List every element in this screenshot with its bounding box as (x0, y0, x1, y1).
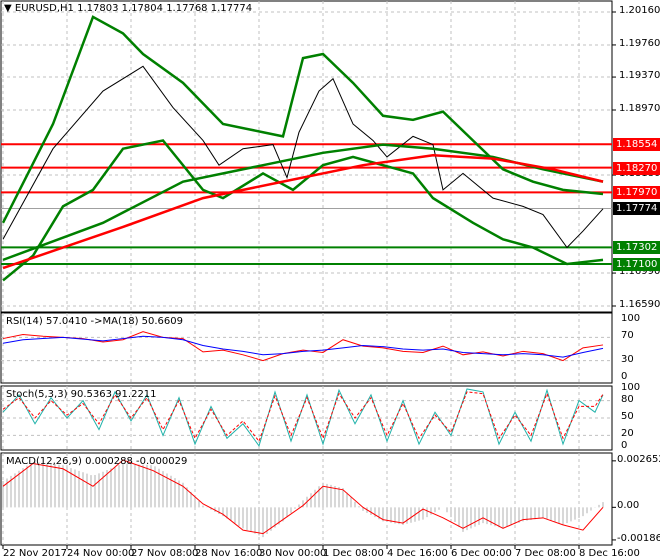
level-tag: 1.17100 (613, 258, 660, 271)
time-label: 30 Nov 00:00 (259, 548, 327, 559)
stoch-tick-label: 20 (621, 428, 634, 440)
macd-label: MACD(12,26,9) 0.000288 -0.000029 (6, 456, 188, 467)
time-label: 27 Nov 08:00 (131, 548, 199, 559)
macd-tick-label: 0.002652 (617, 453, 660, 465)
price-tick-label: 1.19760 (619, 37, 660, 49)
ohlc-low: 1.17768 (166, 3, 208, 14)
rsi-line (2, 331, 604, 362)
price-tick-label: 1.20160 (619, 5, 660, 16)
price-tick-label: 1.18970 (619, 103, 660, 114)
stoch-tick-label: 100 (621, 382, 641, 393)
level-tag: 1.17970 (613, 186, 660, 200)
rsi-ma-line (2, 335, 604, 358)
level-tag: 1.18270 (613, 161, 660, 175)
ohlc-open: 1.17803 (77, 3, 119, 14)
time-label: 4 Dec 16:00 (387, 548, 448, 559)
stoch-tick-label: 80 (621, 393, 634, 405)
time-label: 6 Dec 00:00 (451, 548, 512, 559)
stoch-tick-label: 0 (621, 440, 628, 451)
rsi-tick-label: 70 (621, 330, 634, 342)
ohlc-close: 1.17774 (210, 3, 253, 14)
stoch-tick-label: 50 (621, 411, 634, 422)
time-label: 8 Dec 16:00 (579, 548, 640, 559)
level-tag: 1.18554 (613, 138, 660, 152)
chart-window: ▼ EURUSD,H1 1.17803 1.17804 1.17768 1.17… (0, 0, 660, 560)
time-label: 28 Nov 16:00 (195, 548, 263, 559)
macd-tick-label: -0.00186 (617, 532, 660, 544)
rsi-tick-label: 30 (621, 353, 634, 365)
time-label: 22 Nov 2017 (3, 548, 68, 559)
dropdown-icon[interactable]: ▼ (4, 3, 12, 14)
ohlc-high: 1.17804 (121, 3, 163, 14)
rsi-tick-label: 0 (621, 371, 628, 382)
symbol-header: ▼ EURUSD,H1 1.17803 1.17804 1.17768 1.17… (4, 3, 252, 14)
macd-signal-line (2, 459, 604, 535)
chart-canvas[interactable] (0, 0, 660, 560)
level-tag: 1.17774 (613, 202, 660, 216)
price-tick-label: 1.19370 (619, 70, 660, 82)
level-tag: 1.17302 (613, 241, 660, 255)
time-label: 1 Dec 08:00 (323, 548, 384, 559)
price-tick-label: 1.16590 (619, 299, 660, 310)
stoch-label: Stoch(5,3,3) 90.5363 91.2211 (6, 389, 157, 400)
rsi-label: RSI(14) 57.0410 ->MA(18) 50.6609 (6, 316, 183, 327)
rsi-tick-label: 100 (621, 313, 641, 324)
time-label: 24 Nov 00:00 (67, 548, 135, 559)
macd-tick-label: 0.00 (617, 500, 640, 512)
symbol-label: EURUSD,H1 (14, 3, 74, 14)
time-label: 7 Dec 08:00 (515, 548, 576, 559)
